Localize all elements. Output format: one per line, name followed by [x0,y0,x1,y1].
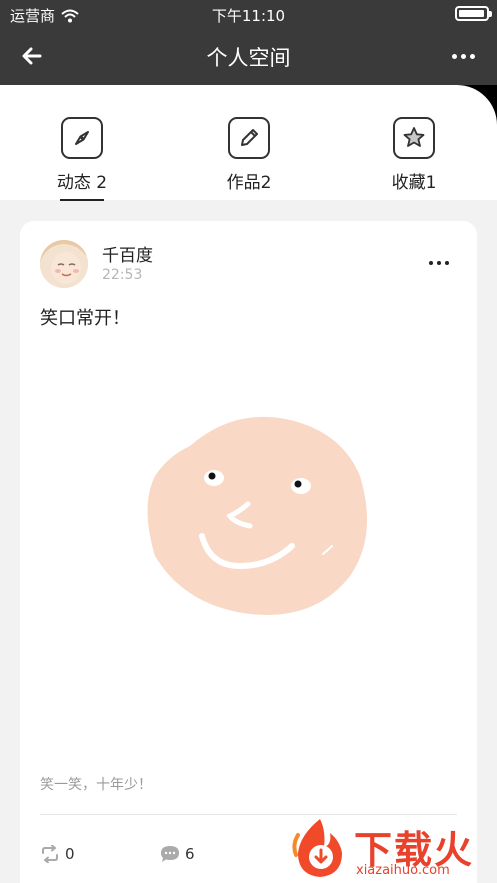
post-card: 千百度 22:53 笑口常开！ 笑一笑，十年少！ 0 6 [20,221,477,883]
comment-count: 6 [185,845,195,863]
comment-icon [161,846,179,862]
post-more-button[interactable] [429,261,449,265]
avatar[interactable] [40,240,88,288]
watermark: 下载火 xiazaihuo.com [290,815,495,883]
more-menu-button[interactable] [447,42,479,70]
watermark-url: xiazaihuo.com [356,863,450,878]
repost-icon [42,845,58,863]
flame-logo-icon [292,819,342,877]
dot [451,53,457,59]
compass-icon [61,117,103,159]
tab-label: 动态 2 [56,173,108,193]
active-tab-indicator [60,199,104,201]
repost-count: 0 [65,845,75,863]
post-text: 笑口常开！ [40,308,130,329]
star-icon [393,117,435,159]
dot [469,53,475,59]
tab-label: 收藏1 [391,173,437,193]
status-bar: 运营商 下午11:10 [0,0,497,28]
smiley-drawing[interactable] [140,406,380,626]
comment-button[interactable]: 6 [160,845,195,863]
tab-moments[interactable]: 动态 2 [22,117,142,201]
page-title: 个人空间 [206,46,291,70]
dot [437,261,441,265]
tab-label: 作品2 [226,173,272,193]
dot [429,261,433,265]
post-caption: 笑一笑，十年少！ [40,777,152,793]
tab-works[interactable]: 作品2 [189,117,309,193]
dot [445,261,449,265]
post-time: 22:53 [102,267,143,283]
tab-bar: 动态 2 作品2 收藏1 [0,85,497,201]
pencil-icon [228,117,270,159]
battery-icon [455,6,492,21]
tab-favorites[interactable]: 收藏1 [354,117,474,193]
post-username[interactable]: 千百度 [102,241,153,266]
repost-button[interactable]: 0 [40,845,75,863]
status-time: 下午11:10 [211,7,286,25]
dot [460,53,466,59]
nav-bar: 个人空间 [0,28,497,85]
